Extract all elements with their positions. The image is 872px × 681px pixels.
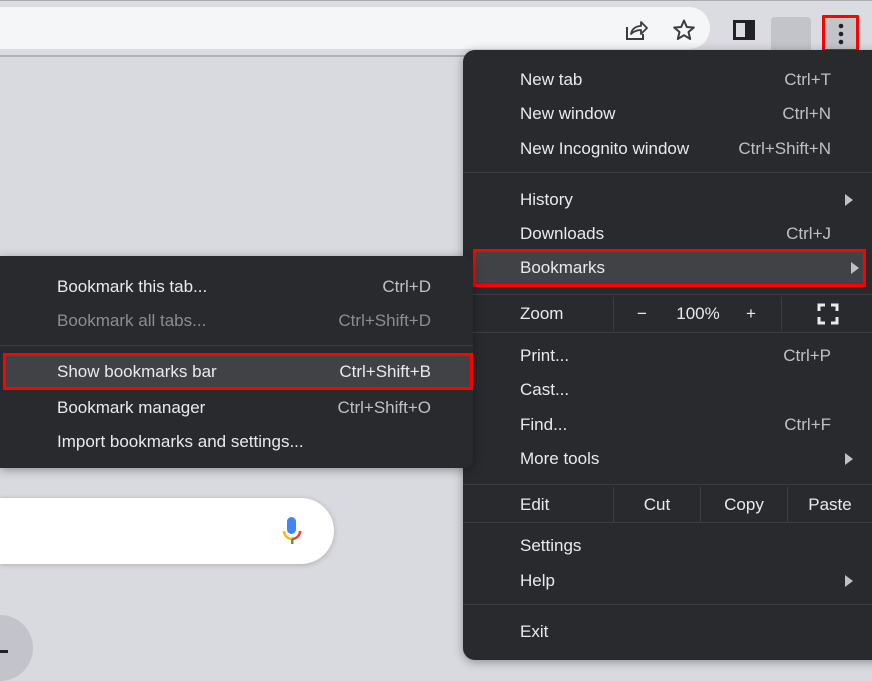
zoom-divider	[613, 297, 614, 331]
menu-separator	[463, 332, 872, 333]
menu-item-help[interactable]: Help	[463, 564, 872, 598]
zoom-divider	[781, 297, 782, 331]
menu-item-label: Import bookmarks and settings...	[57, 432, 304, 451]
menu-item-find[interactable]: Find... Ctrl+F	[463, 408, 872, 442]
menu-item-shortcut: Ctrl+J	[786, 224, 831, 243]
cut-button[interactable]: Cut	[614, 487, 700, 523]
menu-item-shortcut: Ctrl+F	[784, 415, 831, 434]
menu-item-shortcut: Ctrl+N	[782, 104, 831, 123]
search-box[interactable]	[0, 498, 334, 564]
menu-item-label: Edit	[520, 495, 550, 514]
window-top-strip	[0, 0, 872, 7]
bookmark-star-icon[interactable]	[670, 17, 698, 43]
menu-item-exit[interactable]: Exit	[463, 615, 872, 649]
menu-item-label: Print...	[520, 346, 570, 365]
menu-item-label: Cast...	[520, 380, 570, 399]
menu-item-shortcut: Ctrl+Shift+D	[338, 311, 431, 330]
menu-item-shortcut: Ctrl+D	[382, 277, 431, 296]
fullscreen-icon[interactable]	[813, 297, 843, 331]
menu-item-bookmark-this-tab[interactable]: Bookmark this tab... Ctrl+D	[0, 270, 473, 304]
menu-item-shortcut: Ctrl+Shift+B	[339, 361, 431, 381]
shortcut-tile-button[interactable]	[0, 615, 33, 681]
menu-item-new-incognito-window[interactable]: New Incognito window Ctrl+Shift+N	[463, 132, 872, 166]
zoom-level: 100%	[676, 304, 720, 323]
microphone-icon[interactable]	[280, 514, 304, 548]
menu-item-label: Zoom	[520, 304, 564, 323]
menu-item-cast[interactable]: Cast...	[463, 373, 872, 407]
menu-item-label: Bookmark all tabs...	[57, 311, 207, 330]
menu-item-label: Bookmarks	[520, 258, 606, 277]
menu-item-print[interactable]: Print... Ctrl+P	[463, 339, 872, 373]
menu-item-edit: Edit Cut Copy Paste	[463, 487, 872, 523]
menu-item-shortcut: Ctrl+P	[783, 346, 831, 365]
submenu-arrow-icon	[845, 575, 853, 587]
kebab-menu-icon[interactable]	[822, 15, 859, 52]
menu-separator	[0, 345, 473, 346]
share-icon[interactable]	[622, 17, 650, 43]
menu-item-zoom: Zoom − 100% +	[463, 297, 872, 331]
address-bar[interactable]	[0, 7, 710, 49]
menu-item-label: Exit	[520, 622, 549, 641]
copy-button[interactable]: Copy	[701, 487, 787, 523]
menu-item-new-window[interactable]: New window Ctrl+N	[463, 97, 872, 131]
submenu-arrow-icon	[851, 262, 859, 274]
submenu-arrow-icon	[845, 194, 853, 206]
paste-button[interactable]: Paste	[788, 487, 872, 523]
menu-separator	[463, 294, 872, 295]
menu-item-shortcut: Ctrl+Shift+O	[337, 398, 431, 417]
submenu-arrow-icon	[845, 453, 853, 465]
menu-item-show-bookmarks-bar[interactable]: Show bookmarks bar Ctrl+Shift+B	[3, 353, 473, 390]
menu-item-import-bookmarks[interactable]: Import bookmarks and settings...	[0, 425, 473, 459]
side-panel-icon[interactable]	[730, 17, 758, 43]
menu-item-label: Bookmark this tab...	[57, 277, 208, 296]
menu-separator	[463, 172, 872, 173]
menu-item-label: Bookmark manager	[57, 398, 206, 417]
menu-item-label: New window	[520, 104, 616, 123]
menu-item-more-tools[interactable]: More tools	[463, 442, 872, 476]
menu-item-new-tab[interactable]: New tab Ctrl+T	[463, 63, 872, 97]
chrome-main-menu: New tab Ctrl+T New window Ctrl+N New Inc…	[463, 50, 872, 660]
menu-separator	[463, 604, 872, 605]
menu-item-settings[interactable]: Settings	[463, 529, 872, 563]
menu-item-label: Settings	[520, 536, 582, 555]
menu-item-bookmark-all-tabs: Bookmark all tabs... Ctrl+Shift+D	[0, 304, 473, 338]
menu-separator	[463, 522, 872, 523]
zoom-out-button[interactable]: −	[630, 304, 654, 324]
browser-toolbar	[0, 7, 872, 55]
menu-separator	[463, 484, 872, 485]
menu-item-label: Help	[520, 571, 555, 590]
menu-item-history[interactable]: History	[463, 183, 872, 217]
menu-item-downloads[interactable]: Downloads Ctrl+J	[463, 217, 872, 251]
bookmarks-submenu: Bookmark this tab... Ctrl+D Bookmark all…	[0, 256, 473, 468]
menu-item-bookmark-manager[interactable]: Bookmark manager Ctrl+Shift+O	[0, 391, 473, 425]
menu-item-shortcut: Ctrl+Shift+N	[738, 139, 831, 158]
menu-item-bookmarks[interactable]: Bookmarks	[473, 249, 866, 287]
menu-item-label: More tools	[520, 449, 600, 468]
minus-icon	[0, 650, 8, 653]
menu-item-label: Downloads	[520, 224, 605, 243]
zoom-in-button[interactable]: +	[739, 304, 763, 324]
menu-item-label: New Incognito window	[520, 139, 690, 158]
menu-item-label: Find...	[520, 415, 568, 434]
profile-avatar[interactable]	[771, 17, 811, 53]
menu-item-label: New tab	[520, 70, 583, 89]
menu-item-label: History	[520, 190, 573, 209]
menu-item-shortcut: Ctrl+T	[784, 70, 831, 89]
menu-item-label: Show bookmarks bar	[57, 361, 217, 381]
